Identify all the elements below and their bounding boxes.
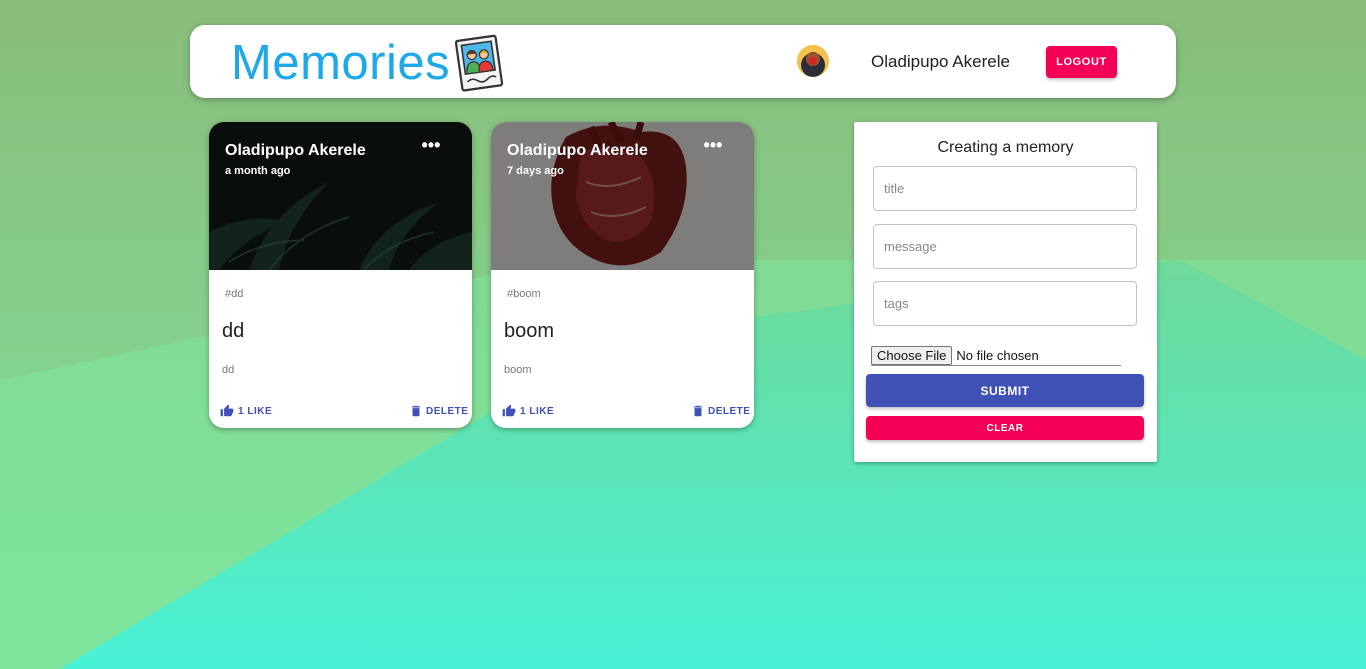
choose-file-button[interactable]: Choose File — [871, 345, 953, 365]
more-options-icon[interactable]: ••• — [703, 136, 723, 156]
clear-button[interactable]: CLEAR — [866, 416, 1144, 440]
more-options-icon[interactable]: ••• — [421, 136, 441, 156]
delete-label: DELETE — [426, 405, 469, 417]
logout-button[interactable]: LOGOUT — [1046, 46, 1117, 78]
post-time: a month ago — [225, 165, 291, 177]
post-title: dd — [222, 320, 245, 342]
avatar[interactable] — [797, 45, 829, 77]
post-message: boom — [504, 364, 532, 376]
post-card: Oladipupo Akerele a month ago ••• #dd dd… — [209, 122, 472, 428]
user-name: Oladipupo Akerele — [871, 52, 1010, 71]
delete-button[interactable]: DELETE — [409, 403, 468, 419]
like-label: 1 LIKE — [238, 405, 273, 417]
post-author: Oladipupo Akerele — [225, 142, 366, 159]
like-button[interactable]: 1 LIKE — [220, 403, 272, 419]
brand-title[interactable]: Memories — [231, 35, 450, 91]
delete-button[interactable]: DELETE — [691, 403, 750, 419]
file-picker: Choose File No file chosen — [871, 345, 1121, 366]
submit-button[interactable]: SUBMIT — [866, 374, 1144, 407]
file-status: No file chosen — [956, 347, 1039, 363]
post-card: Oladipupo Akerele 7 days ago ••• #boom b… — [491, 122, 754, 428]
memories-photo-icon — [453, 34, 507, 92]
title-input[interactable] — [873, 166, 1137, 211]
trash-icon — [693, 405, 703, 417]
like-label: 1 LIKE — [520, 405, 555, 417]
post-author: Oladipupo Akerele — [507, 142, 648, 159]
like-button[interactable]: 1 LIKE — [502, 403, 554, 419]
trash-icon — [411, 405, 421, 417]
form-title: Creating a memory — [937, 139, 1074, 156]
message-input[interactable] — [873, 224, 1137, 269]
tags-input[interactable] — [873, 281, 1137, 326]
post-time: 7 days ago — [507, 165, 564, 177]
app-bar: Memories Oladipupo Akerele LOGOUT — [190, 25, 1176, 98]
thumb-up-icon — [502, 404, 516, 417]
post-tags: #dd — [225, 288, 244, 300]
thumb-up-icon — [220, 404, 234, 417]
post-title: boom — [504, 320, 555, 342]
create-memory-form: Creating a memory Choose File No file ch… — [854, 122, 1157, 462]
post-tags: #boom — [507, 288, 541, 300]
post-message: dd — [222, 364, 235, 376]
delete-label: DELETE — [708, 405, 751, 417]
